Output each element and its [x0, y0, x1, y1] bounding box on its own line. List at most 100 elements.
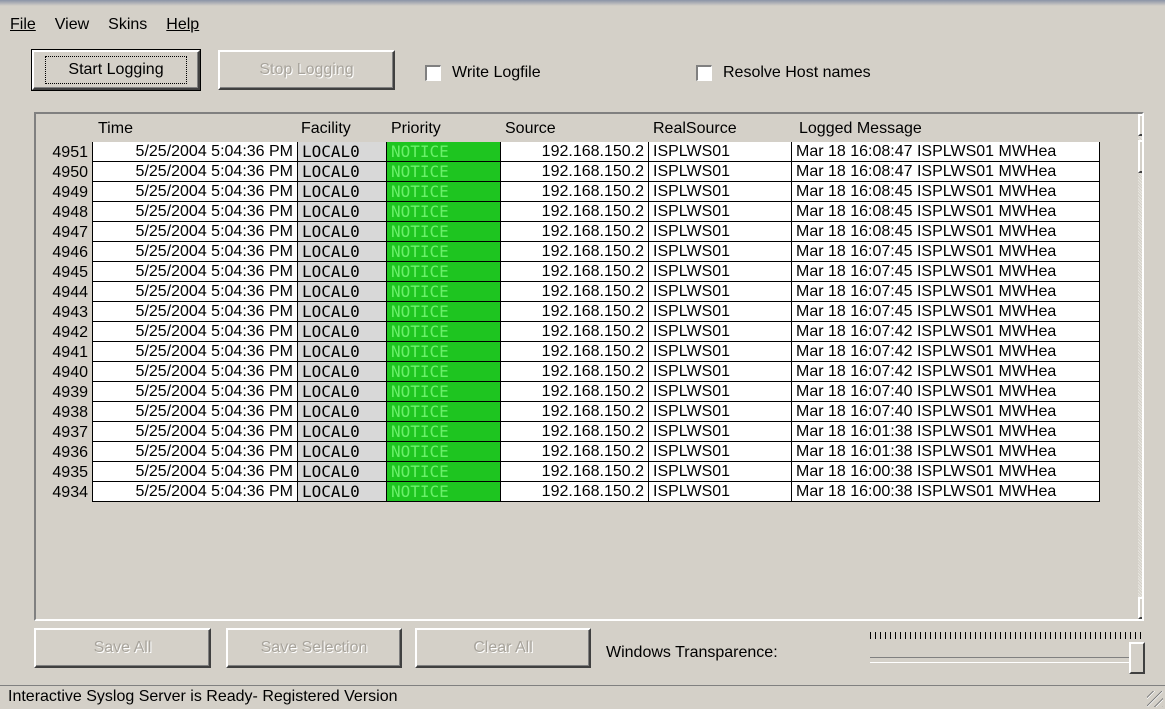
- cell-realsource: ISPLWS01: [649, 182, 792, 202]
- cell-facility: LOCAL0: [298, 302, 387, 322]
- cell-message: Mar 18 16:08:45 ISPLWS01 MWHea: [792, 182, 1100, 202]
- row-number: 4939: [36, 382, 92, 402]
- cell-facility: LOCAL0: [298, 162, 387, 182]
- column-header-priority[interactable]: Priority: [391, 120, 441, 142]
- cell-priority: NOTICE: [387, 182, 501, 202]
- row-number: 4941: [36, 342, 92, 362]
- cell-message: Mar 18 16:00:38 ISPLWS01 MWHea: [792, 482, 1100, 502]
- cell-facility: LOCAL0: [298, 442, 387, 462]
- row-number: 4940: [36, 362, 92, 382]
- triangle-up-icon[interactable]: ▲: [1138, 114, 1142, 136]
- cell-priority: NOTICE: [387, 162, 501, 182]
- table-row[interactable]: 4938 5/25/2004 5:04:36 PM LOCAL0 NOTICE 192.…: [36, 402, 1100, 422]
- table-row[interactable]: 4951 5/25/2004 5:04:36 PM LOCAL0 NOTICE 192.…: [36, 142, 1100, 162]
- cell-realsource: ISPLWS01: [649, 462, 792, 482]
- transparence-slider-thumb[interactable]: [1129, 642, 1145, 674]
- row-number: 4950: [36, 162, 92, 182]
- resolve-hostnames-checkbox[interactable]: Resolve Host names: [696, 64, 871, 82]
- resize-grip-icon[interactable]: [1147, 691, 1163, 707]
- cell-message: Mar 18 16:07:40 ISPLWS01 MWHea: [792, 382, 1100, 402]
- cell-realsource: ISPLWS01: [649, 362, 792, 382]
- cell-time: 5/25/2004 5:04:36 PM: [92, 162, 298, 182]
- cell-time: 5/25/2004 5:04:36 PM: [92, 262, 298, 282]
- column-header-facility[interactable]: Facility: [301, 120, 351, 142]
- cell-source: 192.168.150.2: [501, 182, 649, 202]
- table-row[interactable]: 4939 5/25/2004 5:04:36 PM LOCAL0 NOTICE 192.…: [36, 382, 1100, 402]
- save-all-button[interactable]: Save All: [34, 628, 211, 668]
- cell-time: 5/25/2004 5:04:36 PM: [92, 462, 298, 482]
- resolve-hostnames-label: Resolve Host names: [723, 64, 871, 81]
- save-selection-button[interactable]: Save Selection: [226, 628, 402, 668]
- cell-realsource: ISPLWS01: [649, 482, 792, 502]
- cell-realsource: ISPLWS01: [649, 222, 792, 242]
- cell-time: 5/25/2004 5:04:36 PM: [92, 422, 298, 442]
- table-row[interactable]: 4940 5/25/2004 5:04:36 PM LOCAL0 NOTICE 192.…: [36, 362, 1100, 382]
- triangle-down-icon[interactable]: ▼: [1138, 597, 1142, 619]
- vertical-scrollbar[interactable]: ▲ ▼: [1138, 114, 1142, 619]
- table-row[interactable]: 4948 5/25/2004 5:04:36 PM LOCAL0 NOTICE 192.…: [36, 202, 1100, 222]
- log-grid[interactable]: Time Facility Priority Source RealSource…: [34, 112, 1144, 621]
- cell-facility: LOCAL0: [298, 182, 387, 202]
- transparence-slider[interactable]: [870, 657, 1142, 663]
- table-row[interactable]: 4937 5/25/2004 5:04:36 PM LOCAL0 NOTICE 192.…: [36, 422, 1100, 442]
- cell-message: Mar 18 16:07:42 ISPLWS01 MWHea: [792, 322, 1100, 342]
- column-header-source[interactable]: Source: [505, 120, 556, 142]
- cell-message: Mar 18 16:08:45 ISPLWS01 MWHea: [792, 222, 1100, 242]
- row-number: 4946: [36, 242, 92, 262]
- menu-view[interactable]: View: [45, 14, 98, 38]
- table-row[interactable]: 4950 5/25/2004 5:04:36 PM LOCAL0 NOTICE 192.…: [36, 162, 1100, 182]
- row-number: 4945: [36, 262, 92, 282]
- cell-priority: NOTICE: [387, 422, 501, 442]
- start-logging-label: Start Logging: [45, 56, 187, 84]
- cell-facility: LOCAL0: [298, 242, 387, 262]
- cell-source: 192.168.150.2: [501, 162, 649, 182]
- cell-priority: NOTICE: [387, 322, 501, 342]
- transparence-label: Windows Transparence:: [606, 644, 778, 661]
- cell-facility: LOCAL0: [298, 202, 387, 222]
- cell-source: 192.168.150.2: [501, 462, 649, 482]
- cell-facility: LOCAL0: [298, 462, 387, 482]
- start-logging-button[interactable]: Start Logging: [31, 49, 201, 91]
- column-header-message[interactable]: Logged Message: [799, 120, 922, 142]
- table-row[interactable]: 4936 5/25/2004 5:04:36 PM LOCAL0 NOTICE 192.…: [36, 442, 1100, 462]
- row-number: 4949: [36, 182, 92, 202]
- menu-skins[interactable]: Skins: [98, 14, 156, 38]
- table-row[interactable]: 4945 5/25/2004 5:04:36 PM LOCAL0 NOTICE 192.…: [36, 262, 1100, 282]
- write-logfile-checkbox[interactable]: Write Logfile: [425, 64, 541, 82]
- cell-time: 5/25/2004 5:04:36 PM: [92, 342, 298, 362]
- table-row[interactable]: 4935 5/25/2004 5:04:36 PM LOCAL0 NOTICE 192.…: [36, 462, 1100, 482]
- table-row[interactable]: 4944 5/25/2004 5:04:36 PM LOCAL0 NOTICE 192.…: [36, 282, 1100, 302]
- cell-priority: NOTICE: [387, 362, 501, 382]
- table-row[interactable]: 4947 5/25/2004 5:04:36 PM LOCAL0 NOTICE 192.…: [36, 222, 1100, 242]
- cell-message: Mar 18 16:08:45 ISPLWS01 MWHea: [792, 202, 1100, 222]
- table-row[interactable]: 4941 5/25/2004 5:04:36 PM LOCAL0 NOTICE 192.…: [36, 342, 1100, 362]
- menu-file[interactable]: File: [10, 14, 45, 38]
- cell-source: 192.168.150.2: [501, 442, 649, 462]
- cell-message: Mar 18 16:07:42 ISPLWS01 MWHea: [792, 362, 1100, 382]
- table-row[interactable]: 4934 5/25/2004 5:04:36 PM LOCAL0 NOTICE 192.…: [36, 482, 1100, 502]
- menu-help[interactable]: Help: [156, 14, 208, 38]
- clear-all-button[interactable]: Clear All: [415, 628, 591, 668]
- row-number: 4937: [36, 422, 92, 442]
- cell-realsource: ISPLWS01: [649, 302, 792, 322]
- cell-time: 5/25/2004 5:04:36 PM: [92, 402, 298, 422]
- cell-facility: LOCAL0: [298, 342, 387, 362]
- table-row[interactable]: 4943 5/25/2004 5:04:36 PM LOCAL0 NOTICE 192.…: [36, 302, 1100, 322]
- row-number: 4934: [36, 482, 92, 502]
- cell-message: Mar 18 16:00:38 ISPLWS01 MWHea: [792, 462, 1100, 482]
- table-row[interactable]: 4949 5/25/2004 5:04:36 PM LOCAL0 NOTICE 192.…: [36, 182, 1100, 202]
- cell-source: 192.168.150.2: [501, 222, 649, 242]
- cell-priority: NOTICE: [387, 242, 501, 262]
- column-header-realsource[interactable]: RealSource: [653, 120, 737, 142]
- table-row[interactable]: 4946 5/25/2004 5:04:36 PM LOCAL0 NOTICE 192.…: [36, 242, 1100, 262]
- cell-facility: LOCAL0: [298, 322, 387, 342]
- scrollbar-thumb[interactable]: [1138, 140, 1142, 173]
- cell-time: 5/25/2004 5:04:36 PM: [92, 242, 298, 262]
- table-row[interactable]: 4942 5/25/2004 5:04:36 PM LOCAL0 NOTICE 192.…: [36, 322, 1100, 342]
- cell-source: 192.168.150.2: [501, 422, 649, 442]
- stop-logging-button[interactable]: Stop Logging: [218, 50, 395, 90]
- column-header-time[interactable]: Time: [98, 120, 133, 142]
- row-number: 4936: [36, 442, 92, 462]
- resolve-hostnames-box: [696, 65, 712, 81]
- cell-source: 192.168.150.2: [501, 262, 649, 282]
